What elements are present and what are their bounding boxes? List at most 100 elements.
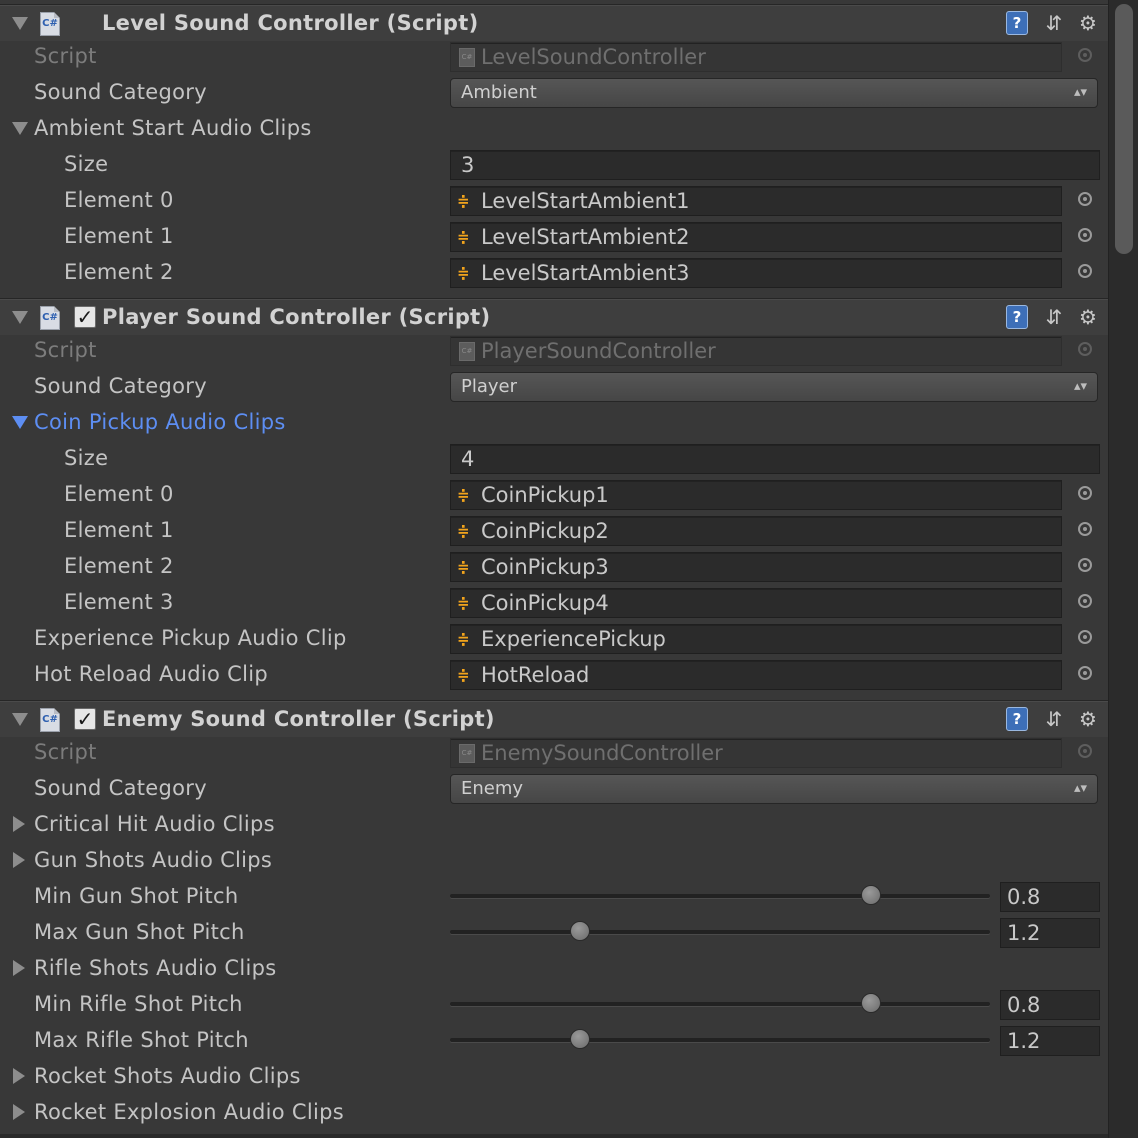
object-picker-icon[interactable] [1078,192,1092,206]
array-label[interactable]: Ambient Start Audio Clips [34,110,312,146]
slider-thumb[interactable] [860,885,881,905]
object-picker-icon[interactable] [1078,264,1092,278]
help-icon[interactable]: ? [1006,305,1028,329]
component-enabled-checkbox[interactable]: ✓ [74,306,96,328]
scrollbar-thumb[interactable] [1115,4,1133,254]
foldout-row[interactable]: Gun Shots Audio Clips [0,842,1108,878]
slider-value-input[interactable]: 0.8 [1000,882,1100,912]
vertical-scrollbar[interactable] [1108,0,1138,1138]
audio-clip-field[interactable]: ≑ LevelStartAmbient3 [450,258,1062,288]
audio-clip-icon: ≑ [457,630,470,648]
slider-track[interactable] [450,894,990,898]
sound-category-dropdown[interactable]: Player ▴▾ [450,372,1098,402]
cs-script-icon: C# [40,708,60,732]
slider-thumb[interactable] [860,993,881,1013]
slider-track[interactable] [450,1002,990,1006]
gear-icon[interactable]: ⚙ [1076,707,1100,731]
component-header-player-sound-controller[interactable]: C# ✓ Player Sound Controller (Script) ? … [0,298,1108,335]
audio-clip-field[interactable]: ≑ HotReload [450,660,1062,690]
foldout-label[interactable]: Rifle Shots Audio Clips [34,950,276,986]
foldout-arrow-icon[interactable] [12,311,28,324]
object-picker-icon[interactable] [1078,522,1092,536]
slider-value-input[interactable]: 1.2 [1000,918,1100,948]
component-header-level-sound-controller[interactable]: C# Level Sound Controller (Script) ? ⇵ ⚙ [0,4,1108,41]
foldout-arrow-icon[interactable] [12,416,28,429]
foldout-label[interactable]: Rocket Shots Audio Clips [34,1058,301,1094]
object-picker-icon[interactable] [1078,666,1092,680]
slider-thumb[interactable] [569,921,590,941]
object-picker-icon[interactable] [1078,558,1092,572]
size-input[interactable]: 3 [450,150,1100,180]
audio-clip-icon: ≑ [457,522,470,540]
slider-row: Min Rifle Shot Pitch 0.8 [0,986,1108,1022]
object-picker-icon[interactable] [1078,630,1092,644]
foldout-arrow-icon[interactable] [13,852,25,868]
foldout-arrow-icon[interactable] [12,713,28,726]
size-label: Size [64,446,109,470]
presets-icon[interactable]: ⇵ [1042,11,1066,35]
audio-clip-icon: ≑ [457,192,470,210]
array-foldout-row[interactable]: Coin Pickup Audio Clips [0,404,1108,440]
audio-clip-field[interactable]: ≑ CoinPickup1 [450,480,1062,510]
foldout-arrow-icon[interactable] [13,816,25,832]
gear-icon[interactable]: ⚙ [1076,305,1100,329]
object-picker-icon[interactable] [1078,594,1092,608]
array-element-row: Element 3 ≑ CoinPickup4 [0,584,1108,620]
array-element-row: Element 2 ≑ CoinPickup3 [0,548,1108,584]
dropdown-arrows-icon: ▴▾ [1073,379,1087,394]
foldout-arrow-icon[interactable] [13,1068,25,1084]
audio-clip-icon: ≑ [457,486,470,504]
presets-icon[interactable]: ⇵ [1042,305,1066,329]
component-enabled-checkbox[interactable]: ✓ [74,708,96,730]
object-picker-icon[interactable] [1078,486,1092,500]
audio-clip-field[interactable]: ≑ CoinPickup3 [450,552,1062,582]
foldout-label[interactable]: Critical Hit Audio Clips [34,806,275,842]
foldout-row[interactable]: Rifle Shots Audio Clips [0,950,1108,986]
object-picker-icon[interactable] [1078,228,1092,242]
audio-clip-field[interactable]: ≑ ExperiencePickup [450,624,1062,654]
script-row: Script C# EnemySoundController [0,734,1108,770]
foldout-row[interactable]: Critical Hit Audio Clips [0,806,1108,842]
cs-script-icon: C# [459,48,475,67]
audio-clip-field[interactable]: ≑ LevelStartAmbient2 [450,222,1062,252]
array-foldout-row[interactable]: Ambient Start Audio Clips [0,110,1108,146]
foldout-row[interactable]: Rocket Shots Audio Clips [0,1058,1108,1094]
slider-thumb[interactable] [569,1029,590,1049]
help-icon[interactable]: ? [1006,707,1028,731]
slider-track[interactable] [450,1038,990,1042]
foldout-label[interactable]: Rocket Explosion Audio Clips [34,1094,344,1130]
audio-clip-field[interactable]: ≑ CoinPickup2 [450,516,1062,546]
array-label[interactable]: Coin Pickup Audio Clips [34,404,286,440]
sound-category-label: Sound Category [34,776,207,800]
script-row: Script C# PlayerSoundController [0,332,1108,368]
foldout-arrow-icon[interactable] [13,1104,25,1120]
object-picker-icon [1078,48,1092,62]
presets-icon[interactable]: ⇵ [1042,707,1066,731]
help-icon[interactable]: ? [1006,11,1028,35]
audio-clip-field[interactable]: ≑ CoinPickup4 [450,588,1062,618]
gear-icon[interactable]: ⚙ [1076,11,1100,35]
sound-category-dropdown[interactable]: Ambient ▴▾ [450,78,1098,108]
slider-label: Max Gun Shot Pitch [34,920,245,944]
foldout-arrow-icon[interactable] [12,122,28,135]
array-element-row: Element 0 ≑ LevelStartAmbient1 [0,182,1108,218]
script-label: Script [34,338,97,362]
divider [0,1134,1108,1138]
element-label: Element 2 [64,260,174,284]
component-header-enemy-sound-controller[interactable]: C# ✓ Enemy Sound Controller (Script) ? ⇵… [0,700,1108,737]
foldout-label[interactable]: Gun Shots Audio Clips [34,842,272,878]
inspector-panel: C# Level Sound Controller (Script) ? ⇵ ⚙… [0,0,1108,1138]
object-picker-icon [1078,744,1092,758]
foldout-arrow-icon[interactable] [13,960,25,976]
slider-value-input[interactable]: 1.2 [1000,1026,1100,1056]
element-label: Element 0 [64,482,174,506]
foldout-row[interactable]: Rocket Explosion Audio Clips [0,1094,1108,1130]
slider-track[interactable] [450,930,990,934]
sound-category-label: Sound Category [34,80,207,104]
size-input[interactable]: 4 [450,444,1100,474]
audio-clip-field[interactable]: ≑ LevelStartAmbient1 [450,186,1062,216]
sound-category-dropdown[interactable]: Enemy ▴▾ [450,774,1098,804]
foldout-arrow-icon[interactable] [12,17,28,30]
slider-value-input[interactable]: 0.8 [1000,990,1100,1020]
cs-script-icon: C# [459,744,475,763]
